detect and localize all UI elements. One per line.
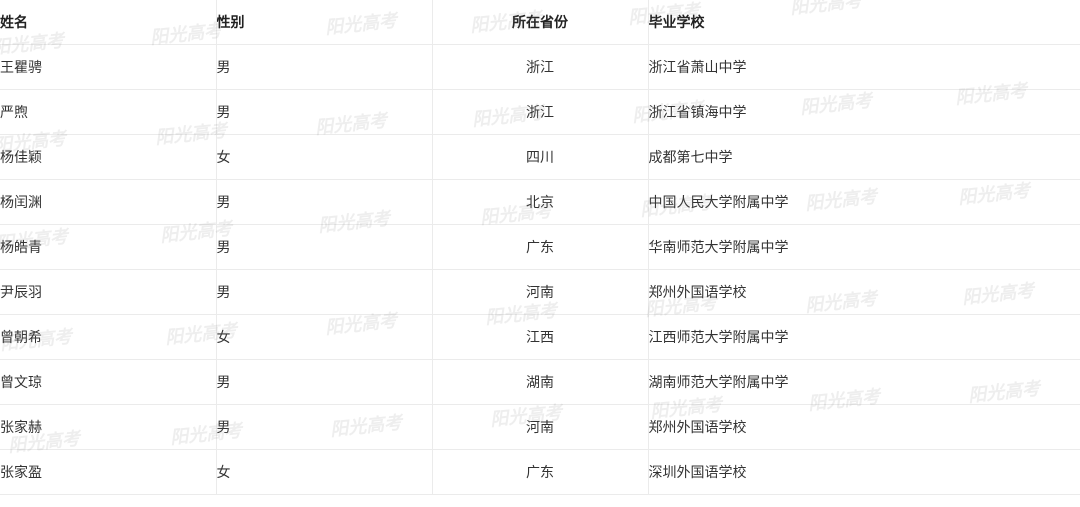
- table-row: 张家盈女广东 深圳外国语学校: [0, 449, 1080, 495]
- table-row: 严煦男浙江 浙江省镇海中学: [0, 89, 1080, 135]
- table-row: 曾文琼男湖南 湖南师范大学附属中学: [0, 359, 1080, 405]
- cell-name: 杨闰渊: [0, 179, 216, 225]
- table-row: 杨皓青男广东 华南师范大学附属中学: [0, 224, 1080, 270]
- cell-school: 浙江省萧山中学: [647, 44, 1080, 90]
- cell-gender: 女: [215, 134, 432, 180]
- cell-school: 郑州外国语学校: [647, 269, 1080, 315]
- cell-school: 中国人民大学附属中学: [647, 179, 1080, 225]
- cell-province: 四川: [431, 134, 648, 180]
- header-province: 所在省份: [431, 0, 648, 45]
- header-name: 姓名: [0, 0, 216, 45]
- cell-name: 张家盈: [0, 449, 216, 495]
- cell-gender: 男: [215, 269, 432, 315]
- header-school: 毕业学校: [647, 0, 1080, 45]
- cell-gender: 男: [215, 89, 432, 135]
- table-row: 杨佳颖女四川 成都第七中学: [0, 134, 1080, 180]
- table-row: 王瞿骋男浙江 浙江省萧山中学: [0, 44, 1080, 90]
- cell-gender: 女: [215, 449, 432, 495]
- cell-school: 华南师范大学附属中学: [647, 224, 1080, 270]
- table-header-row: 姓名 性别 所在省份 毕业学校: [0, 0, 1080, 45]
- cell-province: 浙江: [431, 44, 648, 90]
- table-row: 张家赫男河南 郑州外国语学校: [0, 404, 1080, 450]
- cell-school: 江西师范大学附属中学: [647, 314, 1080, 360]
- cell-name: 曾朝希: [0, 314, 216, 360]
- cell-name: 张家赫: [0, 404, 216, 450]
- table-body: 王瞿骋男浙江 浙江省萧山中学 严煦男浙江 浙江省镇海中学 杨佳颖女四川 成都第七中学 杨闰渊…: [0, 44, 1080, 495]
- cell-school: 成都第七中学: [647, 134, 1080, 180]
- cell-gender: 女: [215, 314, 432, 360]
- header-gender: 性别: [215, 0, 432, 45]
- cell-province: 广东: [431, 449, 648, 495]
- cell-province: 江西: [431, 314, 648, 360]
- cell-name: 严煦: [0, 89, 216, 135]
- cell-name: 曾文琼: [0, 359, 216, 405]
- cell-school: 深圳外国语学校: [647, 449, 1080, 495]
- table-row: 曾朝希女江西 江西师范大学附属中学: [0, 314, 1080, 360]
- cell-gender: 男: [215, 404, 432, 450]
- cell-gender: 男: [215, 359, 432, 405]
- cell-province: 北京: [431, 179, 648, 225]
- cell-name: 杨佳颖: [0, 134, 216, 180]
- cell-province: 河南: [431, 269, 648, 315]
- cell-gender: 男: [215, 224, 432, 270]
- cell-gender: 男: [215, 179, 432, 225]
- results-table-panel: 姓名 性别 所在省份 毕业学校 王瞿骋男浙江 浙江省萧山中学 严煦男浙江 浙江省镇海中…: [0, 0, 1080, 507]
- cell-school: 郑州外国语学校: [647, 404, 1080, 450]
- cell-name: 王瞿骋: [0, 44, 216, 90]
- cell-school: 浙江省镇海中学: [647, 89, 1080, 135]
- cell-gender: 男: [215, 44, 432, 90]
- cell-name: 尹辰羽: [0, 269, 216, 315]
- cell-name: 杨皓青: [0, 224, 216, 270]
- table-row: 杨闰渊男北京 中国人民大学附属中学: [0, 179, 1080, 225]
- cell-province: 广东: [431, 224, 648, 270]
- cell-province: 浙江: [431, 89, 648, 135]
- table-row: 尹辰羽男河南 郑州外国语学校: [0, 269, 1080, 315]
- cell-school: 湖南师范大学附属中学: [647, 359, 1080, 405]
- cell-province: 湖南: [431, 359, 648, 405]
- cell-province: 河南: [431, 404, 648, 450]
- admissions-table: 姓名 性别 所在省份 毕业学校 王瞿骋男浙江 浙江省萧山中学 严煦男浙江 浙江省镇海中…: [0, 0, 1080, 495]
